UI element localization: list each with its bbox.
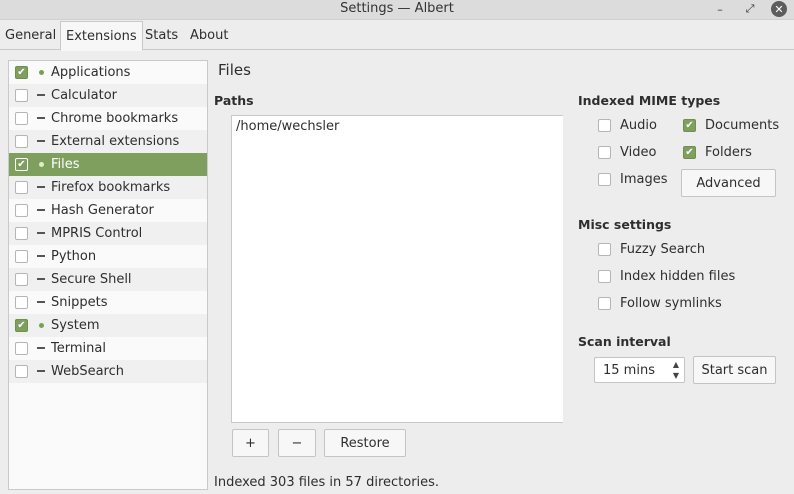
unloaded-dash-icon [37, 114, 45, 122]
misc-heading: Misc settings [578, 217, 672, 232]
advanced-button[interactable]: Advanced [681, 169, 776, 197]
checkbox-label: Audio [620, 118, 657, 133]
unloaded-dash-icon [37, 252, 45, 260]
extension-label: Files [51, 157, 80, 172]
checkbox-label: Follow symlinks [620, 296, 722, 311]
window-title: Settings — Albert [340, 1, 454, 16]
scan-heading: Scan interval [578, 334, 671, 349]
unloaded-dash-icon [37, 367, 45, 375]
extension-enabled-checkbox[interactable]: ✔ [15, 319, 28, 332]
checkbox-box[interactable]: ✔ [683, 146, 696, 159]
extension-enabled-checkbox[interactable] [15, 273, 28, 286]
extension-label: Terminal [51, 341, 106, 356]
tab-bar: General Extensions Stats About [0, 21, 794, 51]
checkbox-label: Fuzzy Search [620, 242, 706, 257]
paths-list[interactable]: /home/wechsler [231, 115, 563, 423]
spin-arrows-icon[interactable]: ▲ ▼ [671, 359, 681, 381]
checkbox-box[interactable] [598, 270, 611, 283]
mime-heading: Indexed MIME types [578, 93, 721, 108]
extension-label: System [51, 318, 100, 333]
extension-enabled-checkbox[interactable] [15, 296, 28, 309]
extension-label: Hash Generator [51, 203, 154, 218]
extension-enabled-checkbox[interactable] [15, 365, 28, 378]
unloaded-dash-icon [37, 206, 45, 214]
checkbox-box[interactable] [598, 146, 611, 159]
unloaded-dash-icon [37, 298, 45, 306]
restore-button[interactable]: Restore [324, 429, 406, 457]
index-status-text: Indexed 303 files in 57 directories. [214, 475, 440, 490]
checkbox-box[interactable] [598, 297, 611, 310]
scan-interval-spinbox[interactable]: 15 mins ▲ ▼ [594, 357, 685, 383]
extension-label: Snippets [51, 295, 108, 310]
checkbox-label: Index hidden files [620, 269, 736, 284]
title-bar: Settings — Albert – ⤢ ✕ [0, 0, 794, 20]
extension-label: Secure Shell [51, 272, 132, 287]
extension-label: External extensions [51, 134, 180, 149]
close-icon[interactable]: ✕ [771, 1, 787, 17]
unloaded-dash-icon [37, 91, 45, 99]
extension-item[interactable]: ✔ System [9, 314, 207, 337]
extension-item[interactable]: Secure Shell [9, 268, 207, 291]
extension-enabled-checkbox[interactable] [15, 181, 28, 194]
scan-interval-value: 15 mins [603, 363, 655, 378]
extension-item[interactable]: Firefox bookmarks [9, 176, 207, 199]
extension-item[interactable]: Calculator [9, 84, 207, 107]
extension-label: Calculator [51, 88, 118, 103]
checkbox-box[interactable] [598, 119, 611, 132]
extension-label: WebSearch [51, 364, 125, 379]
unloaded-dash-icon [37, 229, 45, 237]
extension-enabled-checkbox[interactable] [15, 135, 28, 148]
tab-about[interactable]: About [185, 21, 233, 50]
checkbox-label: Video [620, 145, 657, 160]
extension-label: Firefox bookmarks [51, 180, 171, 195]
start-scan-button[interactable]: Start scan [693, 356, 776, 384]
extension-label: Chrome bookmarks [51, 111, 179, 126]
remove-path-button[interactable]: − [278, 429, 316, 457]
unloaded-dash-icon [37, 137, 45, 145]
extension-enabled-checkbox[interactable] [15, 204, 28, 217]
extension-label: MPRIS Control [51, 226, 143, 241]
maximize-icon[interactable]: ⤢ [742, 1, 758, 17]
tab-general[interactable]: General [0, 21, 61, 50]
tab-extensions[interactable]: Extensions [60, 21, 143, 51]
extension-enabled-checkbox[interactable]: ✔ [15, 158, 28, 171]
extension-label: Applications [51, 65, 131, 80]
unloaded-dash-icon [37, 183, 45, 191]
extension-enabled-checkbox[interactable] [15, 227, 28, 240]
checkbox-box[interactable]: ✔ [683, 119, 696, 132]
extension-item[interactable]: MPRIS Control [9, 222, 207, 245]
checkbox-label: Images [620, 172, 668, 187]
list-item[interactable]: /home/wechsler [236, 119, 339, 134]
checkbox-box[interactable] [598, 173, 611, 186]
extension-enabled-checkbox[interactable] [15, 112, 28, 125]
unloaded-dash-icon [37, 344, 45, 352]
paths-heading: Paths [214, 93, 254, 108]
extension-item[interactable]: External extensions [9, 130, 207, 153]
extension-enabled-checkbox[interactable] [15, 250, 28, 263]
extension-list: ✔ Applications Calculator Chrome bookmarks E… [8, 60, 208, 490]
loaded-dot-icon [37, 68, 45, 76]
extension-item[interactable]: Chrome bookmarks [9, 107, 207, 130]
extension-item[interactable]: Python [9, 245, 207, 268]
unloaded-dash-icon [37, 275, 45, 283]
minimize-icon[interactable]: – [712, 1, 728, 17]
page-title: Files [218, 61, 251, 79]
tab-stats[interactable]: Stats [140, 21, 183, 50]
extension-item[interactable]: ✔ Files [9, 153, 207, 176]
checkbox-label: Documents [705, 118, 780, 133]
extension-enabled-checkbox[interactable] [15, 342, 28, 355]
extension-item[interactable]: ✔ Applications [9, 61, 207, 84]
extension-item[interactable]: Terminal [9, 337, 207, 360]
loaded-dot-icon [37, 321, 45, 329]
extension-label: Python [51, 249, 97, 264]
checkbox-label: Folders [705, 145, 752, 160]
checkbox-box[interactable] [598, 243, 611, 256]
add-path-button[interactable]: + [232, 429, 269, 457]
extension-item[interactable]: Hash Generator [9, 199, 207, 222]
extension-enabled-checkbox[interactable]: ✔ [15, 66, 28, 79]
extension-item[interactable]: Snippets [9, 291, 207, 314]
extension-item[interactable]: WebSearch [9, 360, 207, 383]
extension-enabled-checkbox[interactable] [15, 89, 28, 102]
loaded-dot-icon [37, 160, 45, 168]
